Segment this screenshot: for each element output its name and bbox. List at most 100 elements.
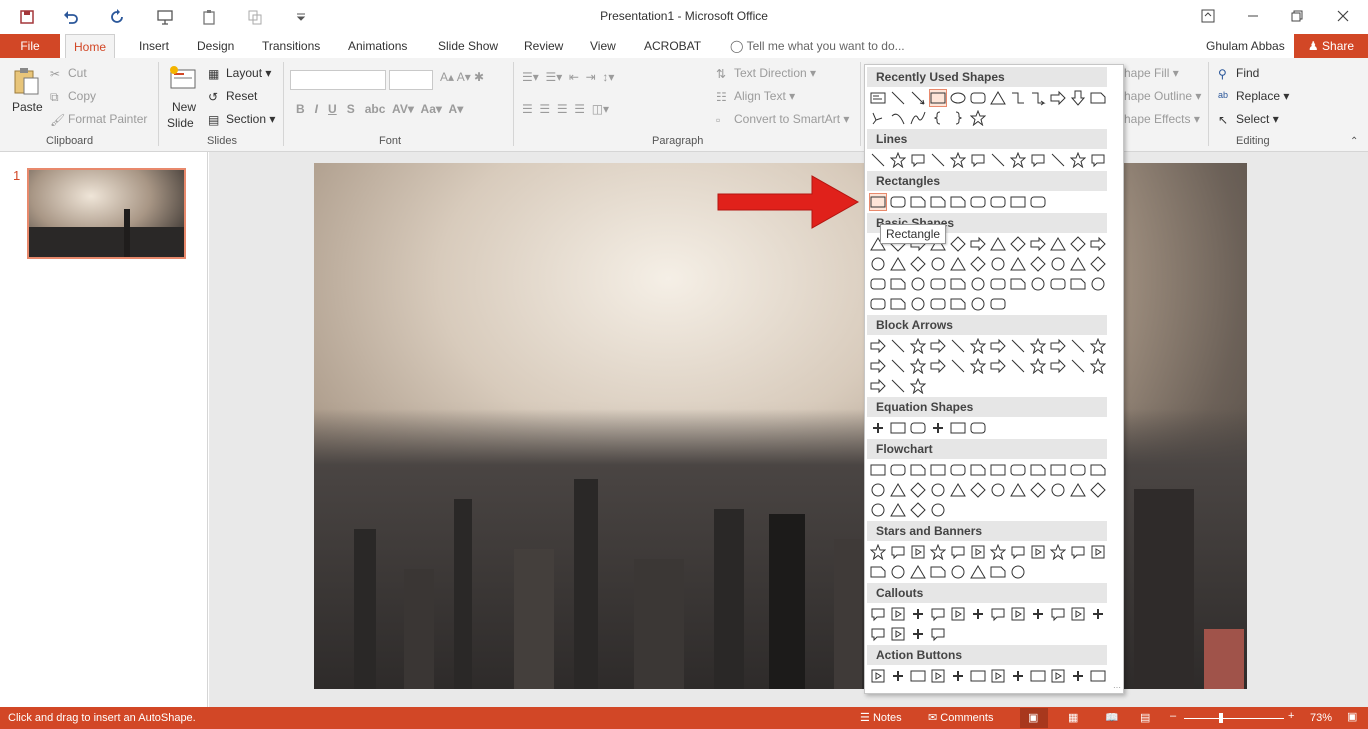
reading-view-icon[interactable]: 📖 [1105,711,1119,724]
banner-shape-icon[interactable] [1009,563,1027,581]
basic-shape-icon[interactable] [929,295,947,313]
callout-shape-icon[interactable] [989,605,1007,623]
callout-shape-icon[interactable] [909,605,927,623]
flowchart-shape-icon[interactable] [889,501,907,519]
star-shape-icon[interactable] [889,543,907,561]
basic-shape-icon[interactable] [949,275,967,293]
line-shape-icon[interactable] [1089,151,1107,169]
line-shape-icon[interactable] [929,151,947,169]
basic-shape-icon[interactable] [989,235,1007,253]
basic-shape-icon[interactable] [1009,235,1027,253]
basic-shape-icon[interactable] [1029,235,1047,253]
block-arrow-shape-icon[interactable] [1069,357,1087,375]
flowchart-shape-icon[interactable] [1089,461,1107,479]
star-shape-icon[interactable] [929,543,947,561]
line-shape-icon[interactable] [969,151,987,169]
action-button-shape-icon[interactable] [949,667,967,685]
basic-shape-icon[interactable] [1089,275,1107,293]
star-shape-icon[interactable] [909,543,927,561]
flowchart-shape-icon[interactable] [909,501,927,519]
block-arrow-shape-icon[interactable] [909,337,927,355]
line-shape-icon[interactable] [1009,151,1027,169]
action-button-shape-icon[interactable] [989,667,1007,685]
ribbon-display-icon[interactable] [1193,4,1223,28]
flowchart-shape-icon[interactable] [869,461,887,479]
basic-shape-icon[interactable] [1089,255,1107,273]
flowchart-shape-icon[interactable] [949,481,967,499]
callout-shape-icon[interactable] [909,625,927,643]
replace-button[interactable]: ab Replace ▾ [1218,89,1289,104]
tab-design[interactable]: Design [189,34,242,58]
rectangle-shape-icon[interactable] [889,193,907,211]
block-arrow-shape-icon[interactable] [869,357,887,375]
zoom-in-icon[interactable]: + [1288,710,1294,722]
star-shape-icon[interactable] [1069,543,1087,561]
zoom-out-icon[interactable]: – [1170,710,1176,722]
normal-view-button[interactable]: ▣ [1020,708,1048,728]
zoom-slider[interactable] [1184,718,1284,719]
callout-shape-icon[interactable] [869,625,887,643]
copy-button[interactable]: ⧉ Copy [50,89,96,104]
equation-shape-icon[interactable] [949,419,967,437]
basic-shape-icon[interactable] [969,255,987,273]
line-shape-icon[interactable] [869,151,887,169]
block-arrow-shape-icon[interactable] [1029,357,1047,375]
share-button[interactable]: ♟ Share [1294,34,1368,58]
curve-shape-icon[interactable] [909,109,927,127]
star-shape-icon[interactable] [1089,543,1107,561]
block-arrow-shape-icon[interactable] [889,357,907,375]
basic-shape-icon[interactable] [869,275,887,293]
line-shape-icon[interactable] [1029,151,1047,169]
block-arrow-shape-icon[interactable] [889,337,907,355]
block-arrow-shape-icon[interactable] [949,337,967,355]
block-arrow-shape-icon[interactable] [869,377,887,395]
equation-shape-icon[interactable] [969,419,987,437]
rectangle-shape-icon[interactable] [989,193,1007,211]
rounded-rectangle-shape-icon[interactable] [969,89,987,107]
right-brace-shape-icon[interactable] [949,109,967,127]
basic-shape-icon[interactable] [909,255,927,273]
tab-transitions[interactable]: Transitions [254,34,328,58]
slideshow-view-icon[interactable]: ▤ [1140,711,1150,724]
line-shape-icon[interactable] [1049,151,1067,169]
triangle-shape-icon[interactable] [989,89,1007,107]
basic-shape-icon[interactable] [889,255,907,273]
star-shape-icon[interactable] [989,543,1007,561]
equation-shape-icon[interactable] [909,419,927,437]
notes-button[interactable]: ☰ Notes [860,711,902,724]
slide-sorter-icon[interactable]: ▦ [1068,711,1078,724]
banner-shape-icon[interactable] [929,563,947,581]
basic-shape-icon[interactable] [1049,275,1067,293]
action-button-shape-icon[interactable] [1049,667,1067,685]
oval-shape-icon[interactable] [949,89,967,107]
star-shape-icon[interactable] [969,543,987,561]
user-name[interactable]: Ghulam Abbas [1198,34,1293,58]
block-arrow-shape-icon[interactable] [989,337,1007,355]
action-button-shape-icon[interactable] [1009,667,1027,685]
action-button-shape-icon[interactable] [929,667,947,685]
flowchart-shape-icon[interactable] [1029,461,1047,479]
flowchart-shape-icon[interactable] [909,461,927,479]
basic-shape-icon[interactable] [949,235,967,253]
basic-shape-icon[interactable] [949,255,967,273]
callout-shape-icon[interactable] [949,605,967,623]
line-shape-icon[interactable] [949,151,967,169]
action-button-shape-icon[interactable] [889,667,907,685]
action-button-shape-icon[interactable] [969,667,987,685]
basic-shape-icon[interactable] [1049,255,1067,273]
tab-animations[interactable]: Animations [340,34,415,58]
basic-shape-icon[interactable] [1069,255,1087,273]
line-shape-icon[interactable] [909,151,927,169]
basic-shape-icon[interactable] [1089,235,1107,253]
basic-shape-icon[interactable] [1029,255,1047,273]
tab-acrobat[interactable]: ACROBAT [636,34,709,58]
flowchart-shape-icon[interactable] [889,461,907,479]
flowchart-shape-icon[interactable] [909,481,927,499]
callout-shape-icon[interactable] [969,605,987,623]
flowchart-shape-icon[interactable] [1089,481,1107,499]
rectangle-shape-icon[interactable] [1009,193,1027,211]
block-arrow-shape-icon[interactable] [989,357,1007,375]
right-arrow-shape-icon[interactable] [1049,89,1067,107]
new-slide-icon[interactable] [168,64,198,94]
tell-me-box[interactable]: ◯ Tell me what you want to do... [722,34,913,58]
